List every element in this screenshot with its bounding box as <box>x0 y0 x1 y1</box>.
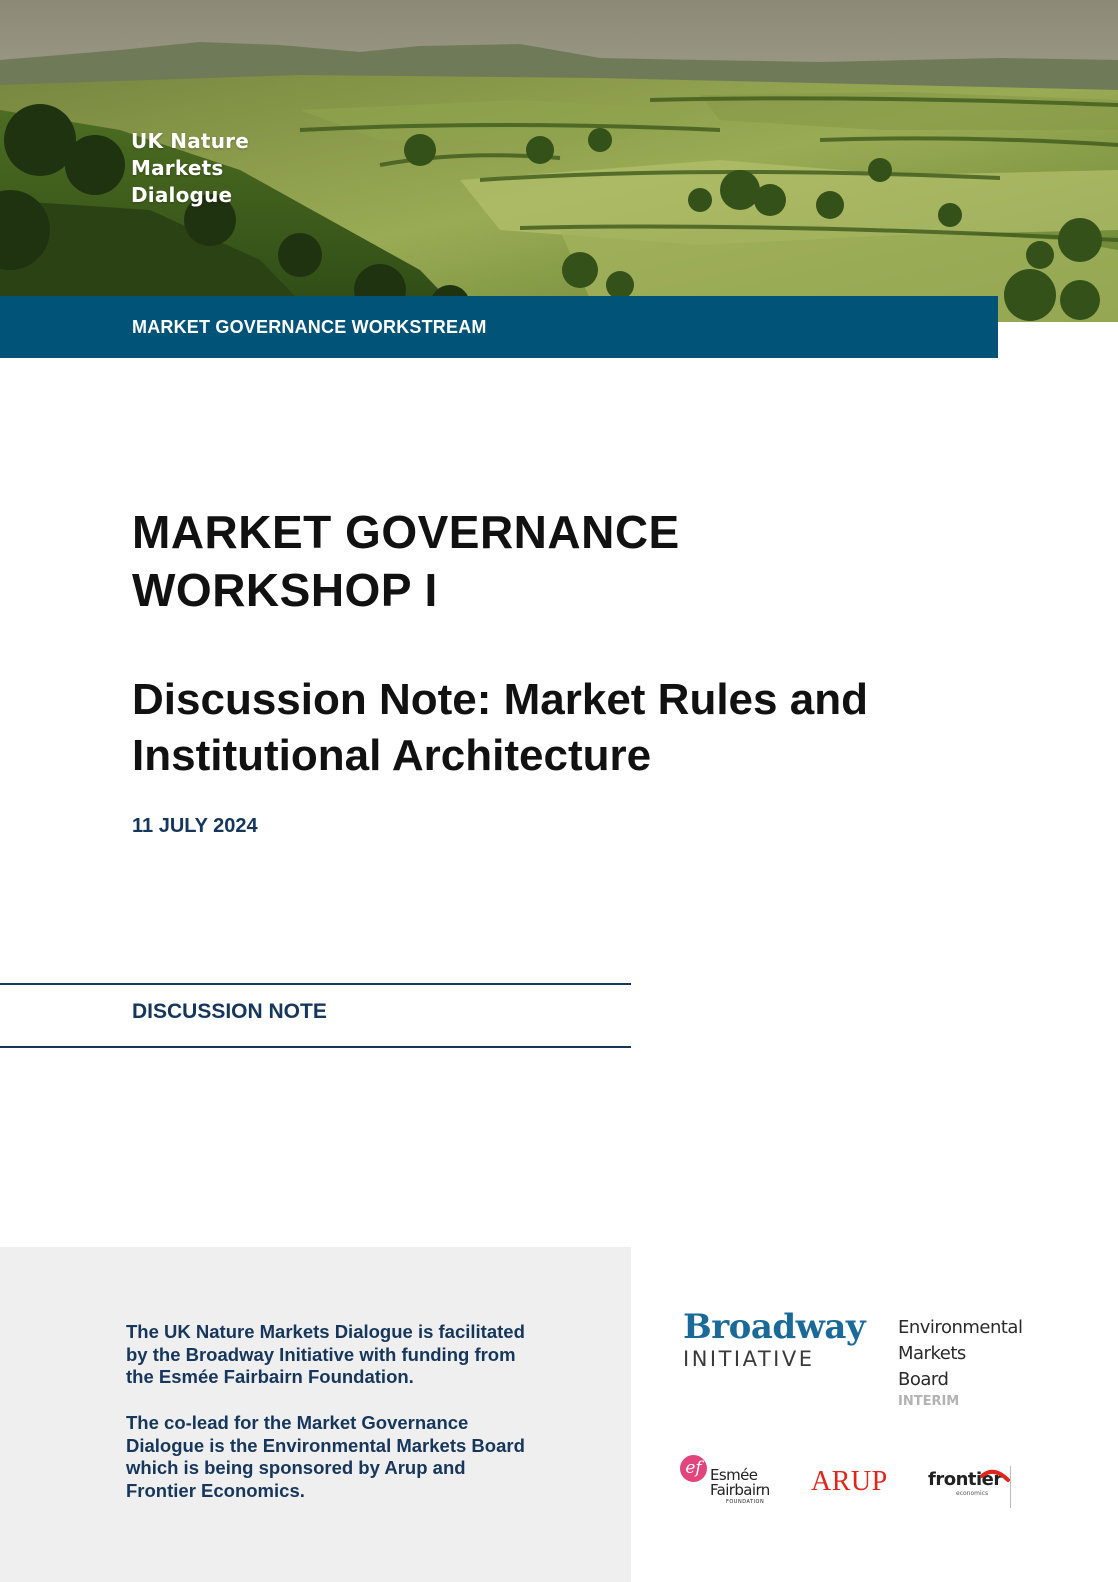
subtitle-line-1: Discussion Note: Market Rules and <box>132 675 868 724</box>
footer-paragraph-colead: The co-lead for the Market Governance Di… <box>126 1412 576 1502</box>
emb-logo-line: Markets <box>898 1343 966 1364</box>
workstream-label: MARKET GOVERNANCE WORKSTREAM <box>132 317 487 337</box>
document-date: 11 JULY 2024 <box>132 815 258 837</box>
frontier-logo-sub: economics <box>956 1490 989 1497</box>
page-subtitle: Discussion Note: Market Rules and Instit… <box>132 672 1032 784</box>
footer-line: the Esmée Fairbairn Foundation. <box>126 1366 414 1387</box>
esmee-logo-line: Fairbairn <box>710 1481 770 1499</box>
footer-line: Dialogue is the Environmental Markets Bo… <box>126 1434 525 1456</box>
subtitle-line-2: Institutional Architecture <box>132 731 652 780</box>
emb-logo-line: Board <box>898 1369 949 1390</box>
footer-line: by the Broadway Initiative with funding … <box>126 1343 516 1365</box>
arup-logo: ARUP <box>811 1466 888 1497</box>
footer-line: Frontier Economics. <box>126 1479 305 1501</box>
document-type-label: DISCUSSION NOTE <box>132 1000 327 1023</box>
divider-top <box>0 983 631 985</box>
brand-line-1: UK Nature <box>131 129 249 153</box>
esmee-fairbairn-logo: ef Esmée Fairbairn FOUNDATION <box>680 1455 792 1505</box>
broadway-logo-word: Broadway <box>683 1307 866 1347</box>
title-line-1: MARKET GOVERNANCE <box>132 506 680 558</box>
broadway-initiative-logo: Broadway INITIATIVE <box>683 1307 866 1371</box>
esmee-logo-mark: ef <box>680 1455 707 1482</box>
footer-paragraph-funding: The UK Nature Markets Dialogue is facili… <box>126 1321 576 1389</box>
brand-line-3: Dialogue <box>131 183 233 207</box>
esmee-logo-sub: FOUNDATION <box>726 1499 765 1505</box>
emb-logo-line: Environmental <box>898 1317 1023 1338</box>
frontier-economics-logo: frontier economics <box>928 1466 1014 1508</box>
brand-wordmark: UK Nature Markets Dialogue <box>131 128 249 209</box>
footer-line: The UK Nature Markets Dialogue is facili… <box>126 1321 525 1342</box>
divider-bottom <box>0 1046 631 1048</box>
emb-logo-status: INTERIM <box>898 1394 960 1409</box>
frontier-swoosh-icon <box>980 1469 1010 1482</box>
footer-line: The co-lead for the Market Governance <box>126 1412 469 1433</box>
title-line-2: WORKSHOP I <box>132 564 438 616</box>
brand-line-2: Markets <box>131 156 224 180</box>
broadway-logo-sub: INITIATIVE <box>683 1347 815 1371</box>
esmee-logo-name: Esmée Fairbairn <box>710 1468 770 1498</box>
frontier-logo-divider <box>1010 1466 1011 1508</box>
page-title: MARKET GOVERNANCE WORKSHOP I <box>132 503 1012 619</box>
environmental-markets-board-logo: Environmental Markets Board INTERIM <box>898 1315 1023 1409</box>
footer-line: which is being sponsored by Arup and <box>126 1457 466 1478</box>
